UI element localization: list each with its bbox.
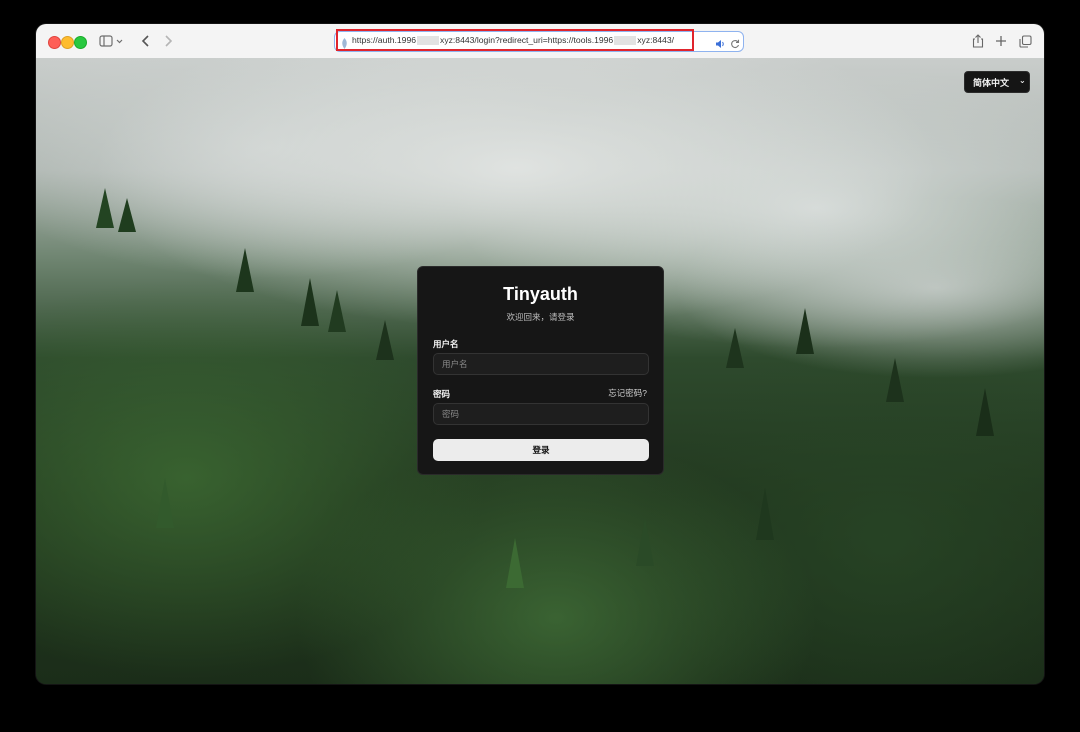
url-prefix: https://auth.1996 [352, 35, 417, 45]
username-label: 用户名 [433, 339, 459, 349]
browser-window: https://auth.1996 xyz:8443/login?redirect… [36, 24, 1044, 684]
reload-icon[interactable] [730, 36, 740, 54]
language-label: 简体中文 [973, 77, 1010, 88]
login-subtitle: 欢迎回来，请登录 [506, 312, 575, 322]
url-middle: xyz:8443/login?redirect_uri=https://tool… [440, 35, 614, 45]
close-window-button[interactable] [48, 36, 61, 49]
forgot-password-link[interactable]: 忘记密码? [608, 387, 647, 399]
url-redaction [614, 36, 637, 46]
url-text[interactable]: https://auth.1996 xyz:8443/login?redirect… [352, 35, 675, 46]
minimize-window-button[interactable] [61, 36, 74, 49]
zoom-window-button[interactable] [74, 36, 87, 49]
speaker-icon[interactable] [715, 36, 726, 54]
address-bar[interactable]: https://auth.1996 xyz:8443/login?redirect… [334, 31, 744, 52]
url-suffix: xyz:8443/ [637, 35, 675, 45]
page-favicon-icon [341, 36, 348, 54]
tab-overview-icon[interactable] [1018, 33, 1032, 49]
url-redaction [417, 36, 440, 46]
login-card: Tinyauth 欢迎回来，请登录 用户名 密码 忘记密码? 登录 [417, 266, 664, 475]
new-tab-icon[interactable] [994, 33, 1008, 49]
chevron-down-icon: ⌄ [1019, 75, 1026, 85]
back-arrow-icon[interactable] [139, 33, 153, 49]
browser-toolbar: https://auth.1996 xyz:8443/login?redirect… [36, 24, 1044, 59]
sidebar-toggle-icon[interactable] [98, 33, 126, 49]
language-selector[interactable]: 简体中文 ⌄ [964, 71, 1030, 93]
login-button[interactable]: 登录 [433, 439, 649, 461]
username-input[interactable] [433, 353, 649, 375]
login-title: Tinyauth [503, 284, 578, 304]
share-icon[interactable] [971, 33, 985, 49]
page-background: 简体中文 ⌄ Tinyauth 欢迎回来，请登录 用户名 密码 忘记密码? 登录 [36, 58, 1044, 684]
password-input[interactable] [433, 403, 649, 425]
password-label: 密码 [433, 389, 451, 399]
forward-arrow-icon[interactable] [161, 33, 175, 49]
